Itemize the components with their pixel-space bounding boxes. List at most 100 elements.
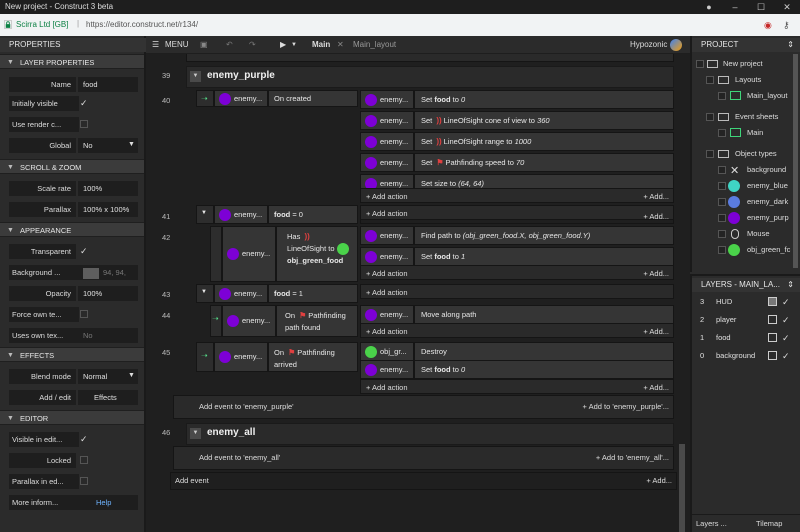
tree-item-object[interactable]: Mouse [692,226,792,242]
condition-path-found[interactable]: On ⚑ Pathfinding path found [276,305,358,337]
add-more-button[interactable]: + Add... [643,324,669,339]
action-find-path[interactable]: Find path to (obj_green_food.X, obj_gree… [414,226,674,245]
action-object[interactable]: enemy... [360,305,414,324]
close-tab-icon[interactable]: ✕ [337,40,344,49]
prop-transparent[interactable]: Transparent ✓ [0,242,144,260]
section-editor[interactable]: ▼ EDITOR [0,410,144,425]
prop-initially-visible[interactable]: Initially visible ✓ [0,94,144,112]
chevron-down-icon[interactable]: ▼ [128,141,135,148]
play-dropdown-icon[interactable]: ▼ [291,42,297,48]
prop-parallax-editor[interactable]: Parallax in ed... [0,472,144,490]
prop-global[interactable]: Global No ▼ [0,136,144,154]
prop-visible-in-editor[interactable]: Visible in edit... ✓ [0,430,144,448]
section-effects[interactable]: ▼ EFFECTS [0,347,144,362]
collapse-event-marker[interactable]: ▼ [196,205,214,224]
prop-blend-mode[interactable]: Blend mode Normal ▼ [0,367,144,385]
add-event-row[interactable]: Add event + Add... [170,472,677,490]
add-more-button[interactable]: + Add... [643,189,669,204]
add-action-button[interactable]: + Add action [360,284,674,299]
action-set-food[interactable]: Set food to 1 [414,247,674,266]
tree-item-project[interactable]: New project [692,56,792,72]
action-object[interactable]: enemy... [360,153,414,172]
username[interactable]: Hypozonic [630,40,667,49]
tab-tilemap[interactable]: Tilemap [756,519,782,528]
prop-more-info[interactable]: More inform... Help [0,493,144,511]
user-icon[interactable]: ● [696,0,722,14]
group-enemy-purple[interactable]: ▼ enemy_purple [186,66,674,88]
prop-force-own[interactable]: Force own te... [0,305,144,323]
action-set-speed[interactable]: Set ⚑ Pathfinding speed to 70 [414,153,674,172]
condition-on-created[interactable]: On created [268,90,358,107]
prop-name[interactable]: Name food [0,75,144,93]
add-more-button[interactable]: + Add... [643,209,669,224]
maximize-icon[interactable]: ☐ [748,0,774,14]
action-set-cone[interactable]: Set )) LineOfSight cone of view to 360 [414,111,674,130]
tree-item-object[interactable]: enemy_dark [692,194,792,210]
condition-object[interactable]: enemy... [214,90,268,107]
section-appearance[interactable]: ▼ APPEARANCE [0,222,144,237]
project-scrollbar[interactable] [793,54,798,268]
tree-item-object[interactable]: enemy_blue [692,178,792,194]
add-event-to-group[interactable]: Add event to 'enemy_purple' + Add to 'ene… [173,395,674,419]
pin-icon[interactable]: ⇕ [787,278,794,292]
action-destroy[interactable]: Destroy [414,342,674,361]
layer-row-hud[interactable]: 3 HUD ✓ [692,293,800,311]
condition-arrived[interactable]: On ⚑ Pathfinding arrived [268,342,358,372]
tree-item-object[interactable]: obj_green_fc [692,242,792,258]
tree-item-object[interactable]: ✕ background [692,162,792,178]
action-set-food[interactable]: Set food to 0 [414,90,674,109]
tree-item-object[interactable]: enemy_purp [692,210,792,226]
prop-opacity[interactable]: Opacity 100% [0,284,144,302]
chevron-down-icon[interactable]: ▼ [128,372,135,379]
sheet-scrollbar[interactable] [679,444,685,532]
condition-object[interactable]: enemy... [222,226,276,282]
layer-row-player[interactable]: 2 player ✓ [692,311,800,329]
prop-scale-rate[interactable]: Scale rate 100% [0,179,144,197]
redo-icon[interactable]: ↷ [249,40,256,49]
tree-item-layouts[interactable]: Layouts [692,72,792,88]
condition-object[interactable]: enemy... [214,284,268,303]
close-icon[interactable]: ✕ [774,0,800,14]
collapse-group-icon[interactable]: ▼ [190,71,201,82]
address-bar[interactable]: Scirra Ltd [GB] | https://editor.constru… [0,14,800,36]
section-scroll-zoom[interactable]: ▼ SCROLL & ZOOM [0,159,144,174]
tab-main-layout[interactable]: Main_layout [353,40,396,49]
prop-background[interactable]: Background ... 94, 94, [0,263,144,281]
layer-row-food[interactable]: 1 food ✓ [692,329,800,347]
action-object[interactable]: enemy... [360,360,414,379]
add-action-button[interactable]: + Add action + Add... [360,379,674,394]
add-event-to-group[interactable]: Add event to 'enemy_all' + Add to 'enemy_… [173,446,674,470]
layer-row-background[interactable]: 0 background ✓ [692,347,800,365]
pin-icon[interactable]: ⇕ [787,38,794,52]
add-to-group-button[interactable]: + Add to 'enemy_purple'... [583,396,669,418]
key-icon[interactable]: ⚷ [783,20,790,31]
action-object[interactable]: enemy... [360,226,414,245]
add-event-more-button[interactable]: + Add... [646,473,672,489]
add-action-button[interactable]: + Add action + Add... [360,265,674,280]
action-set-range[interactable]: Set )) LineOfSight range to 1000 [414,132,674,151]
action-object[interactable]: enemy... [360,111,414,130]
action-object[interactable]: enemy... [360,90,414,109]
prop-use-render[interactable]: Use render c... [0,115,144,133]
collapse-event-marker[interactable]: ▼ [196,284,214,303]
action-move-along-path[interactable]: Move along path [414,305,674,324]
url-text[interactable]: https://editor.construct.net/r134/ [86,20,198,29]
undo-icon[interactable]: ↶ [226,40,233,49]
menu-button[interactable]: MENU [165,40,189,49]
add-to-group-button[interactable]: + Add to 'enemy_all'... [596,447,669,469]
add-more-button[interactable]: + Add... [643,266,669,281]
extension-icon[interactable]: ◉ [764,20,772,31]
condition-has-los[interactable]: Has )) LineOfSight to obj_green_food [276,226,358,282]
save-icon[interactable]: ▣ [200,40,208,49]
action-object[interactable]: enemy... [360,247,414,266]
condition-object[interactable]: enemy... [214,342,268,372]
condition-food-0[interactable]: food = 0 [268,205,358,224]
condition-object[interactable]: enemy... [222,305,276,337]
condition-food-1[interactable]: food = 1 [268,284,358,303]
prop-add-edit[interactable]: Add / edit Effects [0,388,144,406]
condition-object[interactable]: enemy... [214,205,268,224]
tree-item-object-types[interactable]: Object types [692,146,792,162]
initially-visible-check[interactable]: ✓ [75,96,135,111]
group-enemy-all[interactable]: ▼ enemy_all [186,423,674,445]
minimize-icon[interactable]: – [722,0,748,14]
